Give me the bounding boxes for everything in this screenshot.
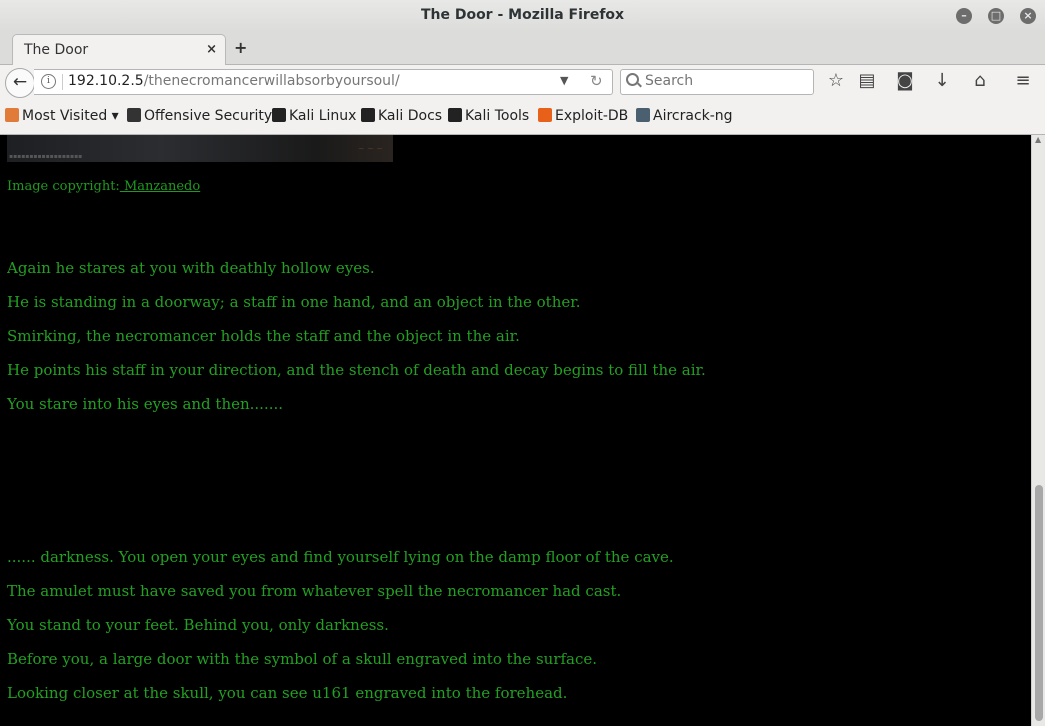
page-scrollbar[interactable]: ▲ — [1031, 135, 1045, 726]
back-icon[interactable]: ← — [5, 68, 35, 98]
pocket-icon[interactable]: ◙ — [894, 70, 916, 91]
scrollbar-thumb[interactable] — [1035, 485, 1043, 721]
copyright-link[interactable]: Manzanedo — [120, 179, 200, 194]
page-content: ▪▪▪▪▪▪▪▪▪▪▪▪▪▪▪▪▪▪ ~ ~ ~ Image copyright… — [0, 135, 1031, 726]
kali-dragon-icon — [361, 108, 375, 122]
bookmark-label: Offensive Security — [144, 108, 273, 124]
search-input[interactable] — [645, 73, 805, 89]
url-host: 192.10.2.5 — [68, 73, 144, 89]
bookmark-6[interactable]: Aircrack-ng — [636, 108, 733, 124]
story-paragraph: ...... darkness. You open your eyes and … — [7, 548, 674, 566]
image-signature: ~ ~ ~ — [357, 144, 383, 153]
tab-close-icon[interactable]: × — [206, 42, 217, 57]
story-paragraph: He is standing in a doorway; a staff in … — [7, 293, 581, 311]
bookmark-3[interactable]: Kali Docs — [361, 108, 442, 124]
search-bar[interactable] — [620, 69, 814, 95]
copyright-prefix: Image copyright: — [7, 179, 120, 194]
download-icon[interactable]: ↓ — [931, 70, 953, 91]
kali-dragon-icon — [448, 108, 462, 122]
tab-label: The Door — [24, 42, 89, 58]
url-text[interactable]: 192.10.2.5/thenecromancerwillabsorbyours… — [68, 73, 400, 89]
exploitdb-icon — [538, 108, 552, 122]
search-icon — [626, 73, 639, 86]
reload-icon[interactable]: ↻ — [590, 72, 603, 90]
folder-icon — [5, 108, 19, 122]
story-paragraph: Looking closer at the skull, you can see… — [7, 684, 568, 702]
title-bar: The Door - Mozilla Firefox – □ × — [0, 0, 1045, 32]
bookmark-star-icon[interactable]: ☆ — [825, 70, 847, 91]
url-dropdown-icon[interactable]: ▼ — [560, 74, 568, 87]
url-bar[interactable]: i 192.10.2.5/thenecromancerwillabsorbyou… — [34, 69, 613, 95]
bookmark-1[interactable]: Offensive Security — [127, 108, 272, 124]
bookmark-label: Aircrack-ng — [653, 108, 733, 124]
scroll-up-icon[interactable]: ▲ — [1035, 135, 1041, 144]
aircrack-icon — [636, 108, 650, 122]
story-paragraph: You stand to your feet. Behind you, only… — [7, 616, 389, 634]
bookmark-label: Most Visited ▾ — [22, 108, 119, 124]
bookmark-label: Kali Docs — [378, 108, 443, 124]
story-paragraph: The amulet must have saved you from what… — [7, 582, 622, 600]
url-separator — [62, 74, 63, 90]
bookmark-4[interactable]: Kali Tools — [448, 108, 529, 124]
home-icon[interactable]: ⌂ — [969, 70, 991, 91]
offsec-icon — [127, 108, 141, 122]
story-paragraph: Smirking, the necromancer holds the staf… — [7, 327, 520, 345]
bookmark-5[interactable]: Exploit-DB — [538, 108, 628, 124]
maximize-icon[interactable]: □ — [988, 8, 1004, 24]
story-paragraph: Before you, a large door with the symbol… — [7, 650, 598, 668]
story-paragraph: You stare into his eyes and then....... — [7, 395, 284, 413]
reading-list-icon[interactable]: ▤ — [856, 70, 878, 91]
minimize-icon[interactable]: – — [956, 8, 972, 24]
bookmark-label: Kali Linux — [289, 108, 357, 124]
new-tab-icon[interactable]: + — [234, 38, 247, 57]
story-paragraph: Again he stares at you with deathly holl… — [7, 259, 375, 277]
tab-the-door[interactable]: The Door × — [12, 34, 226, 65]
bookmark-0[interactable]: Most Visited ▾ — [5, 108, 119, 124]
tab-bar: The Door × + — [0, 32, 1045, 65]
close-window-icon[interactable]: × — [1020, 8, 1036, 24]
story-paragraph: He points his staff in your direction, a… — [7, 361, 706, 379]
image-copyright: Image copyright: Manzanedo — [7, 179, 200, 194]
navigation-bar: ← i 192.10.2.5/thenecromancerwillabsorby… — [0, 65, 1045, 100]
site-info-icon[interactable]: i — [41, 74, 56, 89]
necromancer-image: ▪▪▪▪▪▪▪▪▪▪▪▪▪▪▪▪▪▪ ~ ~ ~ — [7, 135, 393, 162]
bookmark-2[interactable]: Kali Linux — [272, 108, 356, 124]
bookmark-label: Kali Tools — [465, 108, 530, 124]
url-path: /thenecromancerwillabsorbyoursoul/ — [143, 73, 400, 89]
menu-icon[interactable]: ≡ — [1012, 70, 1034, 91]
image-watermark: ▪▪▪▪▪▪▪▪▪▪▪▪▪▪▪▪▪▪ — [9, 153, 83, 160]
window-title: The Door - Mozilla Firefox — [420, 7, 625, 23]
bookmarks-toolbar: Most Visited ▾ Offensive Security Kali Lin… — [0, 100, 1045, 135]
bookmark-label: Exploit-DB — [555, 108, 629, 124]
kali-dragon-icon — [272, 108, 286, 122]
